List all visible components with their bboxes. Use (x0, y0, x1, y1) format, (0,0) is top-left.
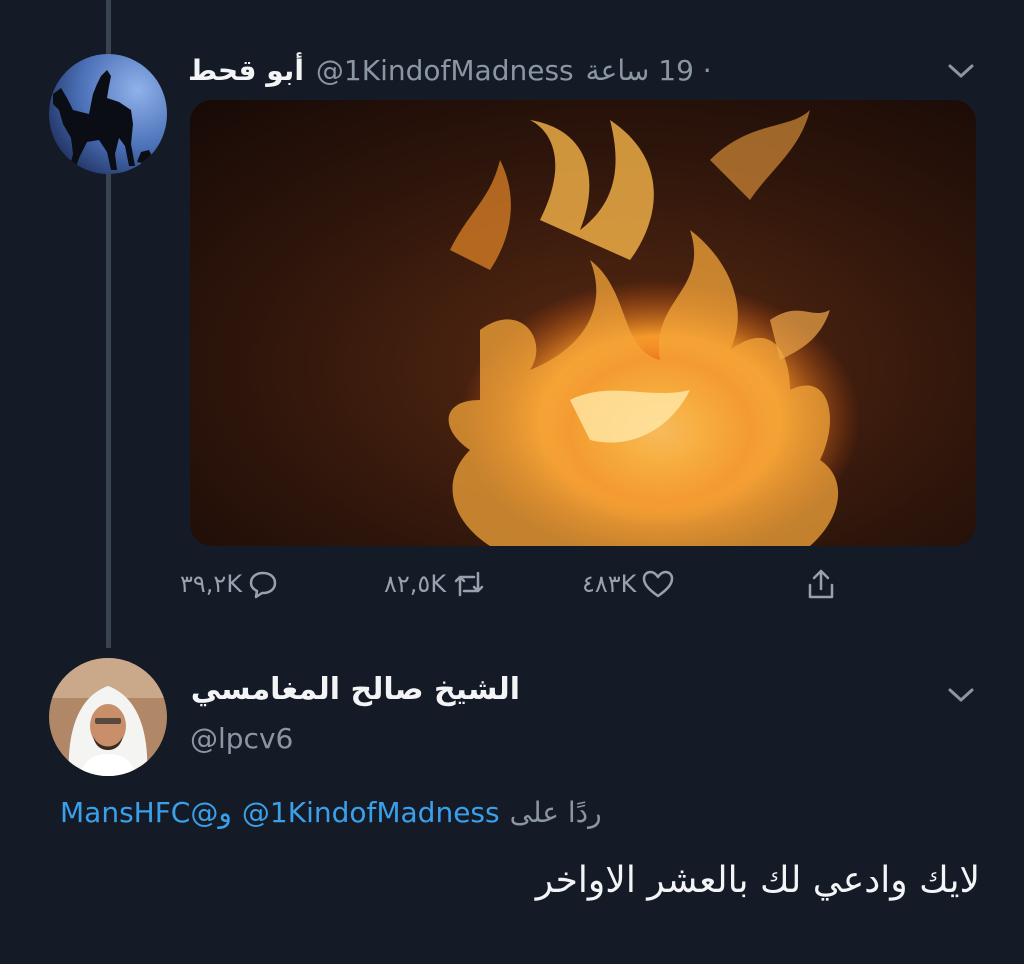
author-name[interactable]: أبو قحط (188, 54, 304, 87)
chevron-down-icon[interactable] (946, 684, 976, 706)
tweet-header: أبو قحط @1KindofMadness · 19 ساعة (188, 50, 712, 90)
replying-to-label: ردًا على (509, 796, 602, 829)
like-count: ٤٨٣K (582, 570, 637, 598)
reply-icon (249, 571, 277, 599)
share-action[interactable] (806, 567, 836, 601)
avatar[interactable] (49, 54, 167, 174)
reply-author-handle[interactable]: @lpcv6 (190, 722, 293, 755)
chevron-down-icon[interactable] (946, 60, 976, 82)
avatar[interactable] (49, 658, 167, 776)
mention-link[interactable]: @1KindofMadness (242, 796, 500, 829)
reply-count: ٣٩,٢K (180, 570, 243, 598)
like-action[interactable]: ٤٨٣K (582, 569, 674, 599)
author-handle[interactable]: @1KindofMadness (316, 54, 574, 87)
tweet-media-fire-image[interactable] (190, 100, 976, 546)
mention-link[interactable]: و@MansHFC (60, 796, 232, 829)
retweet-icon (454, 571, 484, 597)
timeline: أبو قحط @1KindofMadness · 19 ساعة ٣٩,٢K … (0, 0, 1024, 964)
reply-author-name[interactable]: الشيخ صالح المغامسي (190, 672, 520, 707)
retweet-action[interactable]: ٨٢,٥K (384, 569, 486, 599)
tweet-time[interactable]: · 19 ساعة (586, 54, 712, 87)
share-icon (808, 569, 834, 599)
reply-action[interactable]: ٣٩,٢K (180, 569, 278, 599)
like-icon (643, 570, 674, 598)
replying-to-line: و@MansHFC @1KindofMadness ردًا على (60, 796, 602, 829)
retweet-count: ٨٢,٥K (384, 570, 447, 598)
reply-text: لايك وادعي لك بالعشر الاواخر (535, 860, 980, 901)
